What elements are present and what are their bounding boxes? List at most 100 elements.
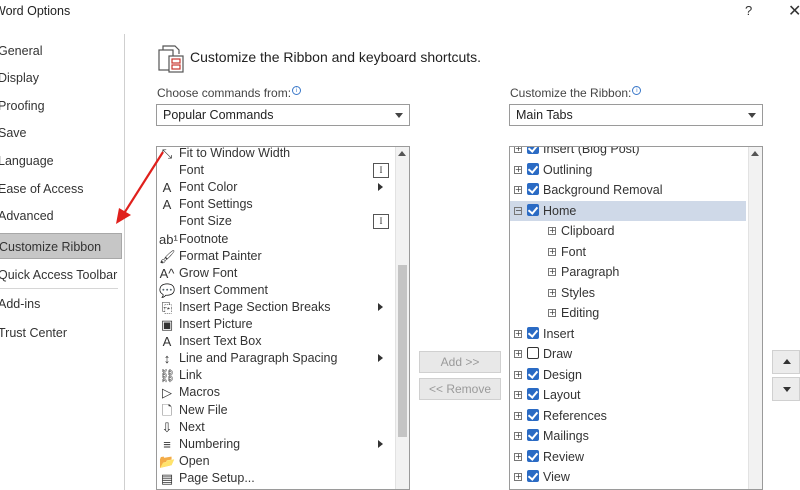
chevron-down-icon	[395, 113, 403, 118]
expand-icon[interactable]: +	[514, 473, 522, 481]
expand-icon[interactable]: +	[514, 329, 522, 338]
tree-tab-item[interactable]: − Home	[510, 200, 746, 221]
list-item-label: Open	[179, 453, 210, 468]
list-item[interactable]: ⇩ Next	[157, 419, 397, 436]
checkbox[interactable]	[527, 388, 539, 400]
tree-tab-item[interactable]: + Design	[510, 365, 740, 385]
sidebar-item-proofing[interactable]: Proofing	[0, 93, 122, 119]
tree-tab-item[interactable]: + Background Removal	[510, 180, 740, 200]
expand-icon[interactable]: +	[548, 247, 556, 256]
ribbon-tabs-tree[interactable]: + Insert (Blog Post) + Outlining + Background…	[509, 146, 763, 490]
checkbox[interactable]	[527, 203, 539, 216]
tree-group-item[interactable]: + Paragraph	[510, 262, 740, 282]
ribbon-tabs-dropdown[interactable]: Main Tabs	[509, 104, 763, 126]
tree-tab-item[interactable]: + Insert	[510, 324, 740, 344]
remove-button[interactable]: << Remove	[419, 378, 501, 400]
checkbox[interactable]	[527, 429, 539, 441]
expand-icon[interactable]: +	[548, 268, 556, 276]
checkbox[interactable]	[527, 347, 539, 359]
list-item[interactable]: ⎘ Insert Page Section Breaks	[157, 299, 397, 316]
list-item-label: Format Painter	[179, 248, 262, 263]
sidebar-item-save[interactable]: Save	[0, 120, 122, 146]
tree-group-item[interactable]: + Font	[510, 242, 740, 262]
collapse-icon[interactable]: −	[514, 206, 522, 215]
sidebar-item-trust-center[interactable]: Trust Center	[0, 320, 122, 346]
expand-icon[interactable]: +	[548, 288, 556, 297]
tree-tab-item[interactable]: + Outlining	[510, 160, 740, 180]
tree-item-label: Home	[543, 203, 577, 218]
checkbox[interactable]	[527, 470, 539, 482]
move-down-button[interactable]	[772, 377, 800, 401]
list-item[interactable]: ⤡ Fit to Window Width	[157, 147, 397, 162]
help-button[interactable]: ?	[745, 3, 752, 18]
nav-divider	[0, 288, 118, 289]
add-button[interactable]: Add >>	[419, 351, 501, 373]
expand-icon[interactable]: +	[514, 411, 522, 420]
expand-icon[interactable]: +	[548, 309, 556, 317]
sidebar-item-general[interactable]: General	[0, 38, 122, 64]
sidebar-item-display[interactable]: Display	[0, 65, 122, 91]
commands-list-scrollbar[interactable]	[395, 147, 409, 489]
checkbox[interactable]	[527, 326, 539, 339]
list-item[interactable]: 📂 Open	[157, 453, 397, 470]
list-item[interactable]: Font Size I	[157, 213, 397, 230]
list-item[interactable]: 🖌 Format Painter	[157, 248, 397, 265]
close-button[interactable]: ✕	[788, 1, 800, 21]
sidebar-item-ease-of-access[interactable]: Ease of Access	[0, 176, 122, 202]
checkbox[interactable]	[527, 408, 539, 421]
tree-tab-item[interactable]: + References	[510, 406, 740, 426]
commands-list[interactable]: ⤡ Fit to Window Width Font I A Font Color A Fon…	[156, 146, 410, 490]
tree-item-label: Font	[561, 244, 587, 259]
checkbox[interactable]	[527, 449, 539, 462]
tree-group-item[interactable]: + Styles	[510, 283, 740, 303]
checkbox[interactable]	[527, 162, 539, 175]
list-item[interactable]: ▷ Macros	[157, 384, 397, 401]
list-item[interactable]: 💬 Insert Comment	[157, 282, 397, 299]
list-item[interactable]: ⛓ Link	[157, 367, 397, 384]
list-item[interactable]: ab¹ Footnote	[157, 231, 397, 248]
list-item[interactable]: Font I	[157, 162, 397, 179]
expand-icon[interactable]: +	[548, 227, 556, 235]
list-item[interactable]: A Font Color	[157, 179, 397, 196]
sidebar-item-quick-access-toolbar[interactable]: Quick Access Toolbar	[0, 262, 122, 288]
list-item[interactable]: A Insert Text Box	[157, 333, 397, 350]
expand-icon[interactable]: +	[514, 350, 522, 358]
list-item[interactable]: ≡ Numbering	[157, 436, 397, 453]
expand-icon[interactable]: +	[514, 391, 522, 399]
expand-icon[interactable]: +	[514, 432, 522, 440]
tree-tab-item[interactable]: + Layout	[510, 385, 740, 405]
tree-group-item[interactable]: + Clipboard	[510, 221, 740, 241]
expand-icon[interactable]: +	[514, 186, 522, 194]
scroll-thumb[interactable]	[398, 265, 407, 437]
expand-icon[interactable]: +	[514, 452, 522, 461]
tree-tab-item[interactable]: + Insert (Blog Post)	[510, 147, 740, 159]
expand-icon[interactable]: +	[514, 370, 522, 379]
checkbox[interactable]	[527, 367, 539, 380]
list-item[interactable]: A^ Grow Font	[157, 265, 397, 282]
tree-group-item[interactable]: + Editing	[510, 303, 740, 323]
expand-icon[interactable]: +	[514, 147, 522, 153]
checkbox[interactable]	[527, 183, 539, 195]
list-item-label: Font Color	[179, 180, 238, 195]
checkbox[interactable]	[527, 147, 539, 154]
list-item[interactable]: ▤ Page Setup...	[157, 470, 397, 487]
scroll-up-icon[interactable]	[398, 151, 406, 156]
tree-tab-item[interactable]: + Review	[510, 447, 740, 467]
sidebar-item-customize-ribbon[interactable]: Customize Ribbon	[0, 233, 122, 259]
sidebar-item-language[interactable]: Language	[0, 148, 122, 174]
move-up-icon	[783, 359, 791, 364]
move-up-button[interactable]	[772, 350, 800, 374]
list-item[interactable]: 🗋 New File	[157, 402, 397, 419]
tree-tab-item[interactable]: + View	[510, 467, 740, 487]
list-item[interactable]: ↕ Line and Paragraph Spacing	[157, 350, 397, 367]
tree-tab-item[interactable]: + Mailings	[510, 426, 740, 446]
sidebar-item-advanced[interactable]: Advanced	[0, 203, 122, 229]
scroll-up-icon[interactable]	[751, 151, 759, 156]
ribbon-tree-scrollbar[interactable]	[748, 147, 762, 489]
sidebar-item-add-ins[interactable]: Add-ins	[0, 291, 122, 317]
list-item[interactable]: A Font Settings	[157, 196, 397, 213]
list-item[interactable]: ▣ Insert Picture	[157, 316, 397, 333]
tree-tab-item[interactable]: + Draw	[510, 344, 740, 364]
expand-icon[interactable]: +	[514, 165, 522, 174]
commands-source-dropdown[interactable]: Popular Commands	[156, 104, 410, 126]
